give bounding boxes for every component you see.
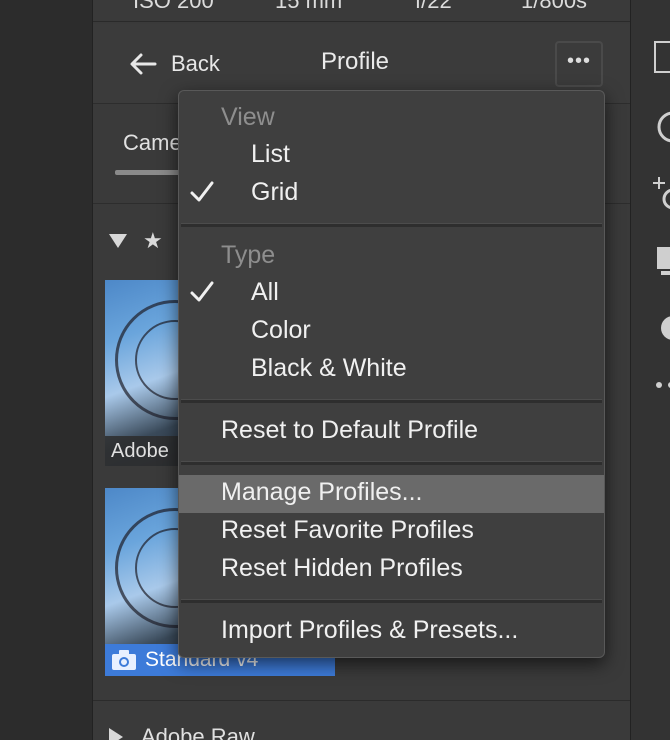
menu-item-label: Reset Favorite Profiles (221, 516, 474, 544)
menu-item-label: Reset to Default Profile (221, 416, 479, 444)
adobe-raw-group-header[interactable]: Adobe Raw (109, 724, 255, 740)
menu-item-manage-profiles[interactable]: Manage Profiles... (179, 475, 604, 513)
healing-icon[interactable] (653, 175, 670, 211)
more-tools-icon[interactable] (653, 375, 670, 395)
disclosure-right-icon (109, 728, 123, 740)
exif-focal-length: 15 mm (275, 0, 343, 13)
menu-item-list[interactable]: List (179, 137, 604, 175)
exif-bar: ISO 200 15 mm f/22 1/800s (93, 0, 631, 22)
back-button[interactable]: Back (129, 49, 220, 79)
menu-item-black-white[interactable]: Black & White (179, 351, 604, 389)
menu-separator (181, 399, 602, 403)
menu-section-view: View (221, 103, 275, 131)
menu-item-grid[interactable]: Grid (179, 175, 604, 213)
menu-item-all[interactable]: All (179, 275, 604, 313)
edit-icon[interactable] (653, 40, 670, 74)
crop-circle-icon[interactable] (653, 110, 670, 144)
menu-item-color[interactable]: Color (179, 313, 604, 351)
menu-item-label: Black & White (251, 354, 407, 382)
profile-options-menu: View List Grid Type All Color Black & Wh… (178, 90, 605, 658)
thumbnail-label: Adobe (105, 436, 181, 466)
tool-strip (630, 0, 670, 740)
menu-item-reset-hidden[interactable]: Reset Hidden Profiles (179, 551, 604, 589)
menu-item-label: Reset Hidden Profiles (221, 554, 463, 582)
menu-separator (181, 223, 602, 227)
checkmark-icon (190, 181, 214, 202)
camera-icon (112, 650, 136, 670)
checkmark-icon (190, 281, 214, 302)
ellipsis-icon: ••• (566, 50, 591, 72)
menu-item-reset-default[interactable]: Reset to Default Profile (179, 413, 604, 451)
star-icon: ★ (143, 228, 163, 253)
menu-item-label: Import Profiles & Presets... (221, 616, 519, 644)
menu-separator (181, 461, 602, 465)
favorites-group-header[interactable]: ★ (109, 226, 163, 256)
menu-item-label: Grid (251, 178, 299, 206)
exif-aperture: f/22 (415, 0, 452, 13)
menu-item-label: All (251, 278, 279, 306)
exif-iso: ISO 200 (133, 0, 214, 13)
menu-separator (181, 599, 602, 603)
mask-icon[interactable] (653, 245, 670, 279)
menu-item-label: Color (251, 316, 311, 344)
back-label: Back (171, 51, 220, 76)
menu-item-label: List (251, 140, 290, 168)
menu-item-reset-favorites[interactable]: Reset Favorite Profiles (179, 513, 604, 551)
group-divider (93, 700, 631, 701)
group-label: Adobe Raw (141, 724, 255, 740)
redeye-icon[interactable] (653, 310, 670, 344)
menu-item-import[interactable]: Import Profiles & Presets... (179, 613, 604, 651)
exif-shutter: 1/800s (521, 0, 588, 13)
back-arrow-icon (130, 53, 157, 75)
tab-camera[interactable]: Came (123, 130, 182, 156)
menu-item-label: Manage Profiles... (221, 478, 423, 506)
menu-section-type: Type (221, 241, 276, 269)
page-title: Profile (321, 48, 390, 75)
more-options-button[interactable]: ••• (555, 41, 603, 87)
left-gutter (0, 0, 92, 740)
disclosure-down-icon (109, 234, 127, 248)
